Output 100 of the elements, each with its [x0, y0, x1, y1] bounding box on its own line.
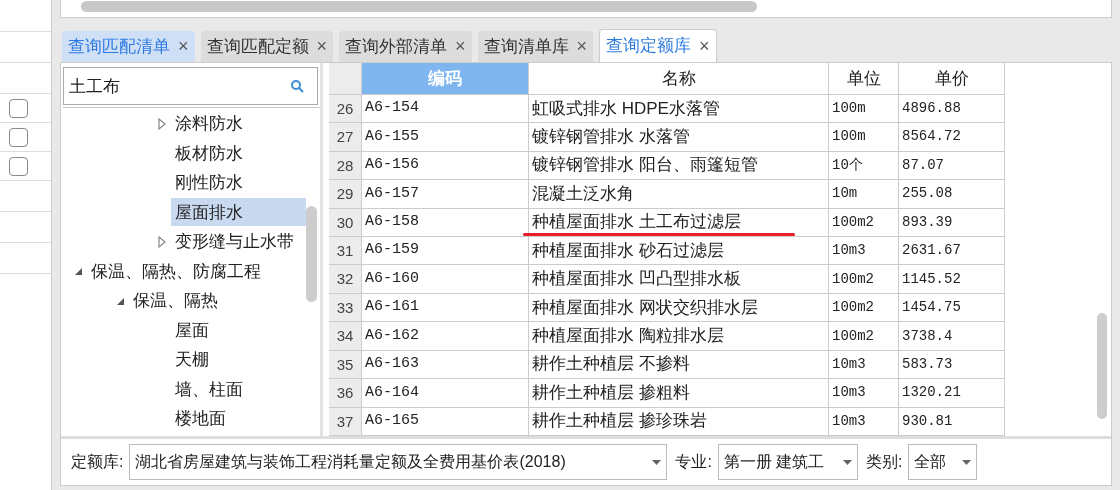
- table-cell: A6-164: [362, 379, 529, 407]
- tree-item[interactable]: 变形缝与止水带: [171, 227, 298, 256]
- filter-label: 类别:: [865, 452, 903, 472]
- table-cell: A6-161: [362, 293, 529, 322]
- table-cell: A6-154: [362, 94, 529, 123]
- close-icon[interactable]: ×: [178, 33, 189, 60]
- table-cell: 100m2: [829, 293, 899, 322]
- table-cell: 8564.72: [899, 123, 1005, 151]
- table-cell: 1145.52: [899, 265, 1005, 293]
- table-cell: 种植屋面排水 土工布过滤层: [532, 212, 741, 233]
- search-icon[interactable]: [290, 79, 304, 93]
- tree-item[interactable]: 屋面排水: [171, 198, 306, 227]
- tree-item[interactable]: 天棚: [171, 345, 213, 374]
- table-cell: 耕作土种植层 掺粗料: [532, 382, 690, 403]
- dropdown[interactable]: 湖北省房屋建筑与装饰工程消耗量定额及全费用基价表(2018): [129, 444, 668, 480]
- close-icon[interactable]: ×: [699, 32, 710, 60]
- table-cell: 87.07: [899, 151, 1005, 180]
- tree-item[interactable]: 楼地面: [171, 404, 230, 433]
- table-cell: A6-159: [362, 237, 529, 265]
- row-number: 36: [329, 379, 362, 407]
- tab[interactable]: 查询匹配定额 ×: [200, 31, 334, 62]
- dropdown[interactable]: 第一册 建筑工: [717, 444, 858, 480]
- table-cell: 893.39: [899, 208, 1005, 236]
- tree-item[interactable]: 保温、隔热、防腐工程: [87, 257, 265, 286]
- table-cell: A6-163: [362, 350, 529, 379]
- table-cell: A6-160: [362, 265, 529, 293]
- row-number: 35: [329, 350, 362, 379]
- table-cell: 耕作土种植层 不掺料: [532, 354, 690, 375]
- vertical-scrollbar[interactable]: [306, 206, 317, 302]
- tab[interactable]: 查询匹配清单 ×: [62, 31, 195, 62]
- table-cell: 2631.67: [899, 237, 1005, 265]
- table-cell: 100m2: [829, 322, 899, 350]
- table-cell: 10m3: [829, 237, 899, 265]
- row-number: 29: [329, 180, 362, 208]
- row-number: 33: [329, 293, 362, 322]
- table-cell: A6-156: [362, 151, 529, 180]
- row-number: 26: [329, 94, 362, 123]
- table-cell: 1454.75: [899, 293, 1005, 322]
- table-cell: 3738.4: [899, 322, 1005, 350]
- dropdown-caret-icon: [652, 459, 662, 465]
- tree-item[interactable]: 板材防水: [171, 139, 247, 168]
- table-cell: 100m2: [829, 265, 899, 293]
- table-cell: 10m: [829, 180, 899, 208]
- table-cell: 混凝土泛水角: [532, 183, 634, 204]
- dropdown-caret-icon: [962, 459, 972, 465]
- tree-item[interactable]: 屋面: [171, 316, 213, 345]
- tree-item[interactable]: 刚性防水: [171, 168, 247, 197]
- checkbox[interactable]: [9, 127, 28, 147]
- table-cell: 种植屋面排水 砂石过滤层: [532, 240, 724, 261]
- table-cell: A6-157: [362, 180, 529, 208]
- table-cell: 镀锌钢管排水 水落管: [532, 126, 690, 147]
- table-cell: 4896.88: [899, 94, 1005, 123]
- table-cell: 10m3: [829, 407, 899, 436]
- dropdown[interactable]: 全部: [908, 444, 978, 480]
- row-number: 27: [329, 123, 362, 151]
- tree-item[interactable]: 墙、柱面: [171, 375, 247, 404]
- checkbox[interactable]: [9, 98, 28, 118]
- table-cell: A6-162: [362, 322, 529, 350]
- tab[interactable]: 查询清单库 ×: [477, 31, 594, 62]
- tab[interactable]: 查询外部清单 ×: [339, 31, 472, 62]
- table-cell: 种植屋面排水 陶粒排水层: [532, 326, 724, 347]
- row-number: 28: [329, 151, 362, 180]
- close-icon[interactable]: ×: [576, 33, 588, 60]
- row-number: 30: [329, 208, 362, 236]
- filter-label: 定额库:: [71, 452, 124, 472]
- checkbox[interactable]: [9, 156, 28, 176]
- close-icon[interactable]: ×: [316, 33, 328, 60]
- row-number: 37: [329, 407, 362, 436]
- table-cell: 100m: [829, 123, 899, 151]
- table-cell: A6-165: [362, 407, 529, 436]
- table-cell: 10m3: [829, 350, 899, 379]
- table-cell: 100m: [829, 94, 899, 123]
- collapsed-triangle-icon[interactable]: [157, 117, 167, 130]
- tab[interactable]: 查询定额库 ×: [599, 29, 717, 62]
- table-cell: 10m3: [829, 379, 899, 407]
- table-cell: 255.08: [899, 180, 1005, 208]
- row-number: 32: [329, 265, 362, 293]
- dropdown-caret-icon: [842, 459, 852, 465]
- table-cell: 种植屋面排水 网状交织排水层: [532, 297, 758, 318]
- row-number: 34: [329, 322, 362, 350]
- table-cell: 10个: [829, 151, 899, 180]
- table-cell: 100m2: [829, 208, 899, 236]
- horizontal-scrollbar[interactable]: [81, 1, 757, 12]
- table-cell: 虹吸式排水 HDPE水落管: [532, 98, 720, 119]
- table-cell: 583.73: [899, 350, 1005, 379]
- filter-label: 专业:: [675, 452, 712, 472]
- row-number: 31: [329, 237, 362, 265]
- table-cell: 耕作土种植层 掺珍珠岩: [532, 411, 707, 432]
- tree-item[interactable]: 保温、隔热: [129, 286, 222, 315]
- vertical-scrollbar[interactable]: [1097, 313, 1107, 419]
- table-cell: A6-155: [362, 123, 529, 151]
- expanded-triangle-icon[interactable]: [73, 266, 83, 277]
- collapsed-triangle-icon[interactable]: [157, 235, 167, 248]
- tree-item[interactable]: 涂料防水: [171, 109, 247, 138]
- table-cell: 1320.21: [899, 379, 1005, 407]
- table-cell: 930.81: [899, 407, 1005, 436]
- table-cell: 种植屋面排水 凹凸型排水板: [532, 269, 741, 290]
- table-cell: 镀锌钢管排水 阳台、雨篷短管: [532, 155, 758, 176]
- close-icon[interactable]: ×: [455, 33, 466, 60]
- search-field[interactable]: 土工布: [63, 67, 318, 105]
